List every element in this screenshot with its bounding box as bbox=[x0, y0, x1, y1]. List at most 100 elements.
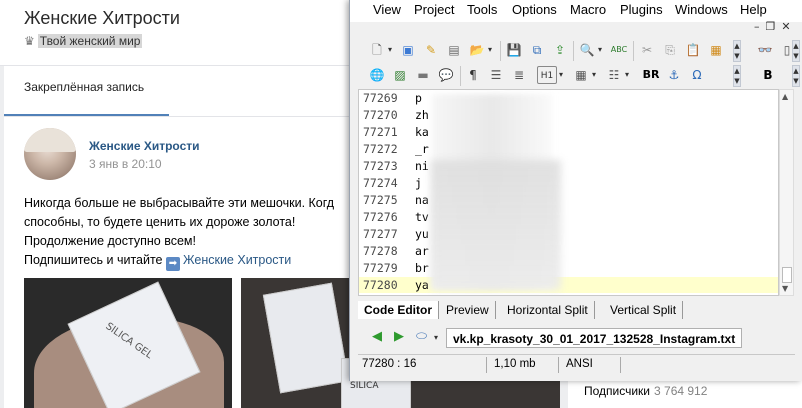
dropdown-arrow-icon[interactable]: ▾ bbox=[625, 66, 633, 84]
restore-icon[interactable]: ❐ bbox=[766, 20, 776, 33]
subscribers[interactable]: Подписчики 3 764 912 bbox=[584, 384, 707, 398]
toolbar-grip[interactable]: ▲ ▼ bbox=[792, 65, 800, 87]
line-text: br bbox=[415, 261, 429, 275]
comment-icon[interactable]: 💬 bbox=[437, 66, 455, 84]
vertical-scrollbar[interactable]: ▲ ▼ bbox=[779, 89, 794, 296]
menu-macro[interactable]: Macro bbox=[570, 2, 606, 17]
page-title: Женские Хитрости bbox=[24, 8, 180, 28]
paragraph-icon[interactable]: ¶ bbox=[464, 66, 482, 84]
code-line[interactable]: 77279 br bbox=[359, 260, 778, 276]
subtitle-text: Твой женский мир bbox=[37, 34, 143, 48]
toolbar-grip[interactable]: ▲ ▼ bbox=[733, 40, 741, 62]
line-text: ar bbox=[415, 244, 429, 258]
save-all-icon[interactable]: ⧉ bbox=[528, 41, 546, 59]
toolbar-separator bbox=[500, 41, 501, 61]
post-photo-1[interactable]: SILICA GEL bbox=[24, 278, 232, 408]
heading-button[interactable]: H1 bbox=[537, 66, 557, 84]
find-icon[interactable]: 🔍 bbox=[578, 41, 596, 59]
post-author-link[interactable]: Женские Хитрости bbox=[89, 139, 200, 153]
code-line[interactable]: 77270 zh bbox=[359, 107, 778, 123]
scrollbar-thumb[interactable] bbox=[782, 267, 792, 283]
code-line[interactable]: 77277 yu bbox=[359, 226, 778, 242]
binoculars-icon[interactable]: 👓 bbox=[756, 41, 774, 59]
menu-plugins[interactable]: Plugins bbox=[620, 2, 663, 17]
edit-icon[interactable]: ✎ bbox=[422, 41, 440, 59]
encoding[interactable]: ANSI bbox=[566, 358, 593, 370]
line-number: 77272 bbox=[363, 142, 398, 156]
code-line[interactable]: 77275 na bbox=[359, 192, 778, 208]
anchor-icon[interactable]: ⚓ bbox=[665, 66, 683, 84]
status-bar: 77280 : 16 1,10 mb ANSI bbox=[358, 354, 795, 374]
spellcheck-icon[interactable]: ABC bbox=[610, 41, 628, 59]
scroll-up-icon[interactable]: ▲ bbox=[782, 92, 788, 101]
line-number: 77275 bbox=[363, 193, 398, 207]
code-line[interactable]: 77271 ka bbox=[359, 124, 778, 140]
new-file-icon[interactable]: 🗋 bbox=[368, 41, 386, 59]
web-icon[interactable]: 🌐 bbox=[368, 66, 386, 84]
file-path-tab[interactable]: vk.kp_krasoty_30_01_2017_132528_Instagra… bbox=[446, 328, 743, 348]
save-ftp-icon[interactable]: ⇪ bbox=[551, 41, 569, 59]
form-icon[interactable]: ☷ bbox=[605, 66, 623, 84]
omega-icon[interactable]: Ω bbox=[688, 66, 706, 84]
tab-horizontal-split[interactable]: Horizontal Split bbox=[501, 301, 595, 319]
code-line[interactable]: 77276 tv bbox=[359, 209, 778, 225]
dropdown-arrow-icon[interactable]: ▾ bbox=[388, 41, 396, 59]
dropdown-arrow-icon[interactable]: ▾ bbox=[592, 66, 600, 84]
list-icon[interactable]: ≣ bbox=[510, 66, 528, 84]
open-folder-icon[interactable]: 📂 bbox=[468, 41, 486, 59]
post-date[interactable]: 3 янв в 20:10 bbox=[89, 157, 162, 171]
html-file-icon[interactable]: ▤ bbox=[445, 41, 463, 59]
dropdown-arrow-icon[interactable]: ▾ bbox=[488, 41, 496, 59]
avatar[interactable] bbox=[24, 128, 76, 180]
code-editor-area[interactable]: 77269 p 77270 zh 77271 ka 77272 _r 77273 ni 7… bbox=[358, 89, 779, 296]
line-break-button[interactable]: BR bbox=[642, 66, 660, 84]
current-code-line[interactable]: 77280 ya bbox=[359, 277, 778, 293]
menu-windows[interactable]: Windows bbox=[675, 2, 728, 17]
menu-view[interactable]: View bbox=[373, 2, 401, 17]
dropdown-arrow-icon[interactable]: ▾ bbox=[559, 66, 567, 84]
menu-help[interactable]: Help bbox=[740, 2, 767, 17]
scroll-down-icon[interactable]: ▼ bbox=[782, 284, 788, 293]
text-lines-icon[interactable]: ☰ bbox=[487, 66, 505, 84]
subscribers-label: Подписчики bbox=[584, 384, 651, 398]
line-text: ni bbox=[415, 159, 429, 173]
code-line[interactable]: 77274 j bbox=[359, 175, 778, 191]
forward-arrow-icon[interactable]: ▶ bbox=[394, 329, 404, 344]
pinned-post-tab[interactable]: Закреплённая запись bbox=[24, 80, 144, 94]
new-template-icon[interactable]: ▣ bbox=[399, 41, 417, 59]
paste-special-icon[interactable]: ▦ bbox=[707, 41, 725, 59]
dropdown-arrow-icon[interactable]: ▾ bbox=[434, 333, 438, 342]
toolbar-grip[interactable]: ▲ ▼ bbox=[792, 40, 800, 62]
menu-project[interactable]: Project bbox=[414, 2, 454, 17]
group-link[interactable]: Женские Хитрости bbox=[183, 253, 291, 267]
toolbar-separator bbox=[633, 41, 634, 61]
html-toolbar: 🌐 ▨ ▬ 💬 ¶ ☰ ≣ H1 ▾ ▦ ▾ ☷ ▾ BR ⚓ Ω ▲ ▼ B ▲… bbox=[350, 63, 802, 89]
minimize-icon[interactable]: – bbox=[754, 20, 760, 33]
horizontal-rule-icon[interactable]: ▬ bbox=[414, 66, 432, 84]
menu-options[interactable]: Options bbox=[512, 2, 557, 17]
copy-icon[interactable]: ⎘ bbox=[661, 41, 679, 59]
tab-vertical-split[interactable]: Vertical Split bbox=[604, 301, 684, 319]
bold-button[interactable]: B bbox=[759, 66, 777, 84]
close-icon[interactable]: ✕ bbox=[781, 20, 790, 33]
line-text: na bbox=[415, 193, 429, 207]
dropdown-arrow-icon[interactable]: ▾ bbox=[598, 41, 606, 59]
table-icon[interactable]: ▦ bbox=[572, 66, 590, 84]
image-icon[interactable]: ▨ bbox=[391, 66, 409, 84]
tab-preview[interactable]: Preview bbox=[440, 301, 496, 319]
back-arrow-icon[interactable]: ◀ bbox=[372, 329, 382, 344]
cut-icon[interactable]: ✂ bbox=[638, 41, 656, 59]
drive-icon[interactable]: ⬭ bbox=[416, 329, 427, 344]
code-line[interactable]: 77278 ar bbox=[359, 243, 778, 259]
paste-icon[interactable]: 📋 bbox=[684, 41, 702, 59]
tab-code-editor[interactable]: Code Editor bbox=[358, 301, 439, 319]
toolbar-grip[interactable]: ▲ ▼ bbox=[733, 65, 741, 87]
menu-tools[interactable]: Tools bbox=[467, 2, 497, 17]
code-line[interactable]: 77273 ni bbox=[359, 158, 778, 174]
save-icon[interactable]: 💾 bbox=[505, 41, 523, 59]
line-number: 77271 bbox=[363, 125, 398, 139]
line-text: j bbox=[415, 176, 422, 190]
code-line[interactable]: 77269 p bbox=[359, 90, 778, 106]
code-line[interactable]: 77272 _r bbox=[359, 141, 778, 157]
main-toolbar: 🗋 ▾ ▣ ✎ ▤ 📂 ▾ 💾 ⧉ ⇪ 🔍 ▾ ABC ✂ ⎘ 📋 ▦ ▲ ▼ 👓… bbox=[350, 38, 802, 64]
